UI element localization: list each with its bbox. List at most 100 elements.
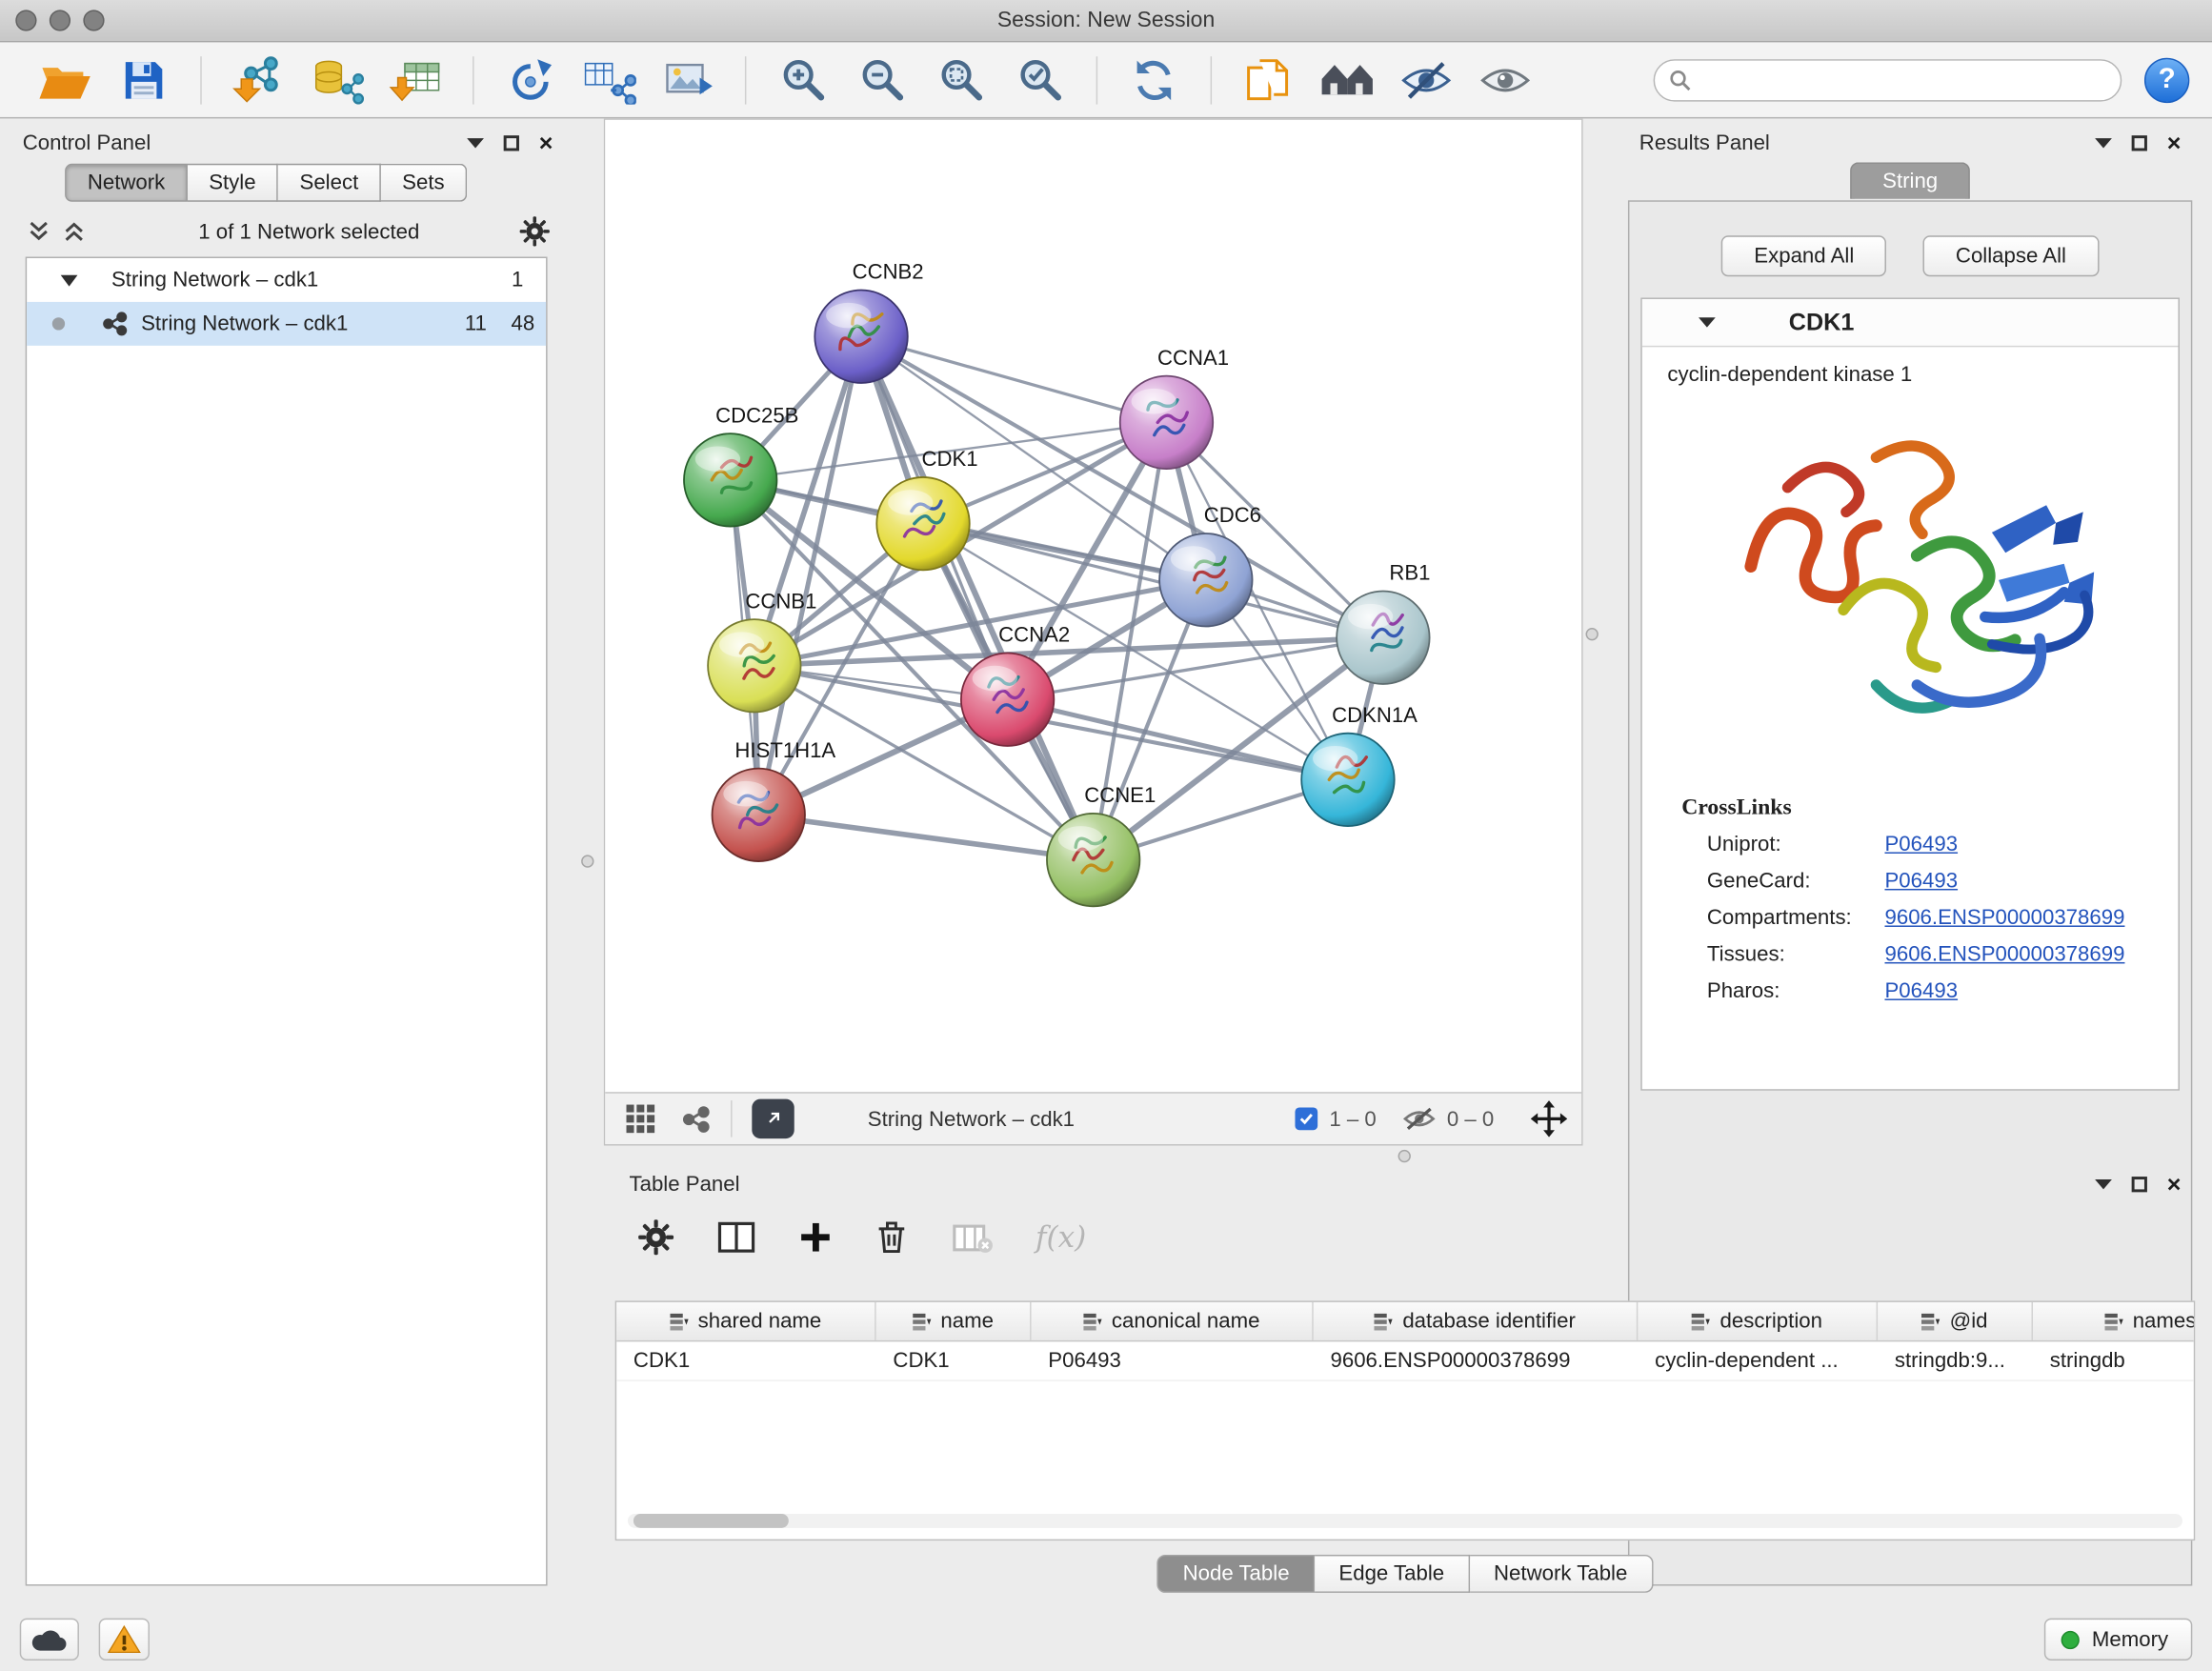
collapse-all-icon[interactable] xyxy=(29,220,50,243)
search-input[interactable] xyxy=(1654,58,2122,100)
network-node-HIST1H1A[interactable]: HIST1H1A xyxy=(713,738,836,861)
network-node-CDC6[interactable]: CDC6 xyxy=(1159,503,1261,626)
close-panel-icon[interactable]: × xyxy=(2167,131,2182,154)
import-network-file-button[interactable] xyxy=(230,50,286,110)
table-cell[interactable]: cyclin-dependent ... xyxy=(1638,1341,1878,1379)
crosslink-value-link[interactable]: P06493 xyxy=(1884,979,1958,1003)
tab-style[interactable]: Style xyxy=(188,164,278,202)
fit-content-crosshair-icon[interactable] xyxy=(1531,1100,1568,1137)
table-cell[interactable]: P06493 xyxy=(1032,1341,1314,1379)
table-cell[interactable]: CDK1 xyxy=(876,1341,1032,1379)
window-zoom-button[interactable] xyxy=(83,10,104,30)
table-cell[interactable]: 9606.ENSP00000378699 xyxy=(1314,1341,1639,1379)
splitter-handle[interactable] xyxy=(1398,1150,1411,1162)
tab-edge-table[interactable]: Edge Table xyxy=(1315,1555,1470,1593)
network-collection-row[interactable]: String Network – cdk1 1 xyxy=(27,258,546,302)
column-header-description[interactable]: description xyxy=(1638,1302,1878,1340)
network-graph[interactable]: CCNB2CCNA1CDC25BCDK1CDC6RB1CCNB1CCNA2CDK… xyxy=(605,120,1581,1092)
tab-network-table[interactable]: Network Table xyxy=(1470,1555,1653,1593)
network-edge[interactable] xyxy=(861,336,1166,422)
column-header-shared-name[interactable]: shared name xyxy=(616,1302,875,1340)
table-cell[interactable]: stringdb:9... xyxy=(1878,1341,2033,1379)
crosslink-value-link[interactable]: 9606.ENSP00000378699 xyxy=(1884,906,2124,930)
network-node-CDK1[interactable]: CDK1 xyxy=(876,447,977,570)
refresh-button[interactable] xyxy=(1126,50,1182,110)
collapse-all-button[interactable]: Collapse All xyxy=(1923,235,2099,276)
tab-sets[interactable]: Sets xyxy=(381,164,467,202)
close-panel-icon[interactable]: × xyxy=(2167,1172,2182,1196)
show-columns-icon[interactable] xyxy=(716,1218,755,1256)
network-canvas[interactable]: CCNB2CCNA1CDC25BCDK1CDC6RB1CCNB1CCNA2CDK… xyxy=(605,120,1581,1092)
show-button[interactable] xyxy=(1478,50,1534,110)
cloud-status-button[interactable] xyxy=(20,1619,79,1661)
network-edge[interactable] xyxy=(758,815,1093,859)
window-minimize-button[interactable] xyxy=(50,10,70,30)
add-column-icon[interactable] xyxy=(798,1220,833,1255)
table-cell[interactable]: stringdb xyxy=(2033,1341,2195,1379)
network-edge[interactable] xyxy=(861,336,1094,859)
float-panel-icon[interactable] xyxy=(2095,137,2112,147)
window-close-button[interactable] xyxy=(15,10,36,30)
import-network-database-button[interactable] xyxy=(309,50,365,110)
tab-node-table[interactable]: Node Table xyxy=(1157,1555,1315,1593)
float-panel-icon[interactable] xyxy=(467,137,484,147)
crosslink-value-link[interactable]: P06493 xyxy=(1884,833,1958,856)
selected-nodes-checkbox-icon[interactable] xyxy=(1296,1108,1318,1131)
tree-expander-icon[interactable] xyxy=(61,274,78,286)
network-row-selected[interactable]: String Network – cdk1 11 48 xyxy=(27,302,546,346)
network-node-RB1[interactable]: RB1 xyxy=(1337,561,1430,684)
new-network-button[interactable] xyxy=(502,50,558,110)
table-cell[interactable]: CDK1 xyxy=(616,1341,875,1379)
expand-all-button[interactable]: Expand All xyxy=(1721,235,1886,276)
export-image-button[interactable] xyxy=(660,50,716,110)
column-header-namespace[interactable]: namespace xyxy=(2033,1302,2195,1340)
splitter-handle[interactable] xyxy=(1586,628,1599,640)
hidden-eye-slash-icon[interactable] xyxy=(1401,1106,1436,1132)
horizontal-scrollbar[interactable] xyxy=(628,1514,2182,1528)
crosslink-value-link[interactable]: P06493 xyxy=(1884,869,1958,893)
zoom-selected-button[interactable] xyxy=(1012,50,1068,110)
float-panel-icon[interactable] xyxy=(2095,1178,2112,1188)
warnings-button[interactable] xyxy=(99,1619,150,1661)
column-header-canonical-name[interactable]: canonical name xyxy=(1032,1302,1314,1340)
gene-card-header[interactable]: CDK1 xyxy=(1642,299,2179,347)
zoom-fit-button[interactable] xyxy=(933,50,989,110)
home-button[interactable] xyxy=(1319,50,1376,110)
table-row[interactable]: CDK1CDK1P064939606.ENSP00000378699cyclin… xyxy=(616,1341,2194,1380)
column-header-database-identifier[interactable]: database identifier xyxy=(1314,1302,1639,1340)
help-button[interactable]: ? xyxy=(2144,57,2189,102)
network-view-title: String Network – cdk1 xyxy=(868,1107,1075,1131)
zoom-out-button[interactable] xyxy=(854,50,910,110)
collapse-section-icon[interactable] xyxy=(1699,317,1716,327)
maximize-panel-icon[interactable] xyxy=(2132,1176,2147,1191)
memory-button[interactable]: Memory xyxy=(2044,1619,2193,1661)
network-node-CCNA1[interactable]: CCNA1 xyxy=(1120,346,1229,469)
maximize-panel-icon[interactable] xyxy=(504,134,519,150)
delete-column-trash-icon[interactable] xyxy=(875,1218,909,1256)
column-header-name[interactable]: name xyxy=(876,1302,1032,1340)
network-node-CDC25B[interactable]: CDC25B xyxy=(684,403,798,526)
import-table-button[interactable] xyxy=(388,50,444,110)
zoom-in-button[interactable] xyxy=(774,50,831,110)
network-options-gear-icon[interactable] xyxy=(519,216,551,248)
network-from-table-button[interactable] xyxy=(581,50,637,110)
birds-eye-grid-icon[interactable] xyxy=(625,1103,656,1135)
maximize-panel-icon[interactable] xyxy=(2132,134,2147,150)
expand-all-icon[interactable] xyxy=(64,220,85,243)
save-session-button[interactable] xyxy=(115,50,171,110)
scrollbar-thumb[interactable] xyxy=(633,1514,789,1528)
network-edge[interactable] xyxy=(1008,699,1348,779)
tab-network[interactable]: Network xyxy=(65,164,188,202)
column-header--id[interactable]: @id xyxy=(1878,1302,2033,1340)
open-session-button[interactable] xyxy=(37,50,93,110)
tab-string[interactable]: String xyxy=(1850,162,1970,199)
splitter-handle[interactable] xyxy=(581,855,593,867)
network-share-icon[interactable] xyxy=(681,1104,711,1134)
crosslink-value-link[interactable]: 9606.ENSP00000378699 xyxy=(1884,942,2124,966)
close-panel-icon[interactable]: × xyxy=(539,131,553,154)
clone-network-button[interactable] xyxy=(1240,50,1297,110)
hide-unhide-button[interactable] xyxy=(1398,50,1455,110)
tab-select[interactable]: Select xyxy=(278,164,381,202)
open-in-new-window-button[interactable] xyxy=(752,1099,794,1138)
table-settings-gear-icon[interactable] xyxy=(637,1218,674,1256)
